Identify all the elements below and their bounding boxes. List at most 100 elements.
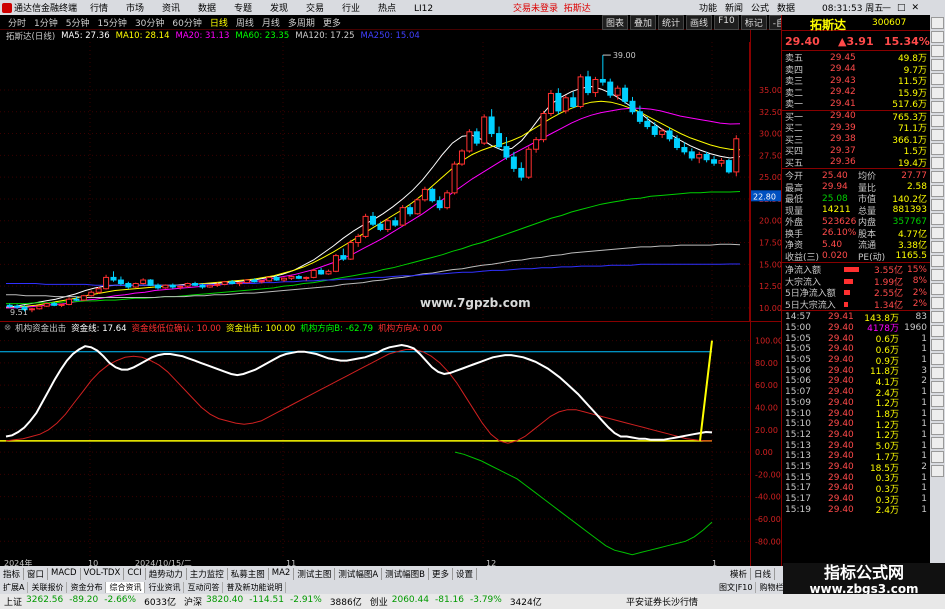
indicator-tab[interactable]: VOL-TDX — [81, 567, 125, 580]
side-tool-icon[interactable] — [931, 451, 944, 463]
indicator-tab[interactable]: 设置 — [453, 567, 478, 580]
indicator-tab-extra[interactable]: 模析 — [727, 567, 752, 580]
menu-item[interactable]: 市场 — [126, 1, 154, 14]
side-tool-icon[interactable] — [931, 255, 944, 267]
side-tool-icon[interactable] — [931, 353, 944, 365]
side-tool-icon[interactable] — [931, 185, 944, 197]
side-tool-icon[interactable] — [931, 59, 944, 71]
info-tab[interactable]: 行业资讯 — [145, 582, 185, 593]
info-tab-extra[interactable]: 图文|F10 — [716, 582, 757, 593]
menu-item[interactable]: 热点 — [378, 1, 406, 14]
side-tool-icon[interactable] — [931, 423, 944, 435]
side-tool-icon[interactable] — [931, 31, 944, 43]
period-tab[interactable]: 多周期 — [288, 16, 315, 29]
indicator-tab[interactable]: 主力监控 — [187, 567, 228, 580]
period-tab[interactable]: 更多 — [323, 16, 341, 29]
ask-price[interactable]: 29.45 — [830, 53, 856, 63]
side-tool-icon[interactable] — [931, 227, 944, 239]
side-tool-icon[interactable] — [931, 325, 944, 337]
indicator-tab[interactable]: 窗口 — [24, 567, 49, 580]
info-tab[interactable]: 普及新功能说明 — [223, 582, 287, 593]
side-tool-icon[interactable] — [931, 409, 944, 421]
menu-item[interactable]: 行业 — [342, 1, 370, 14]
ask-price[interactable]: 29.42 — [830, 87, 856, 97]
tool-button[interactable]: F10 — [714, 14, 739, 30]
indicator-tab[interactable]: CCI — [124, 567, 146, 580]
indicator-tab[interactable]: 更多 — [429, 567, 454, 580]
close-icon[interactable]: ✕ — [912, 3, 920, 13]
bid-price[interactable]: 29.37 — [830, 146, 856, 156]
side-tool-icon[interactable] — [931, 241, 944, 253]
period-tab[interactable]: 周线 — [236, 16, 254, 29]
side-tool-icon[interactable] — [931, 101, 944, 113]
side-tool-icon[interactable] — [931, 143, 944, 155]
side-tool-icon[interactable] — [931, 73, 944, 85]
tool-button[interactable]: 标记 — [740, 14, 767, 30]
indicator-tab[interactable]: 趋势动力 — [146, 567, 187, 580]
menu-item[interactable]: 数据 — [198, 1, 226, 14]
indicator-tab[interactable]: MACD — [48, 567, 81, 580]
side-tool-icon[interactable] — [931, 213, 944, 225]
info-tab[interactable]: 互动问答 — [184, 582, 224, 593]
menu-item[interactable]: 专题 — [234, 1, 262, 14]
period-tab[interactable]: 月线 — [262, 16, 280, 29]
indicator-tab[interactable]: 私募主图 — [228, 567, 269, 580]
side-tool-icon[interactable] — [931, 297, 944, 309]
login-status[interactable]: 交易未登录 拓斯达 — [513, 1, 591, 14]
period-tab[interactable]: 1分钟 — [34, 16, 58, 29]
tool-button[interactable]: 图表 — [602, 14, 629, 30]
title-right-item[interactable]: 功能 — [699, 1, 717, 14]
bid-price[interactable]: 29.38 — [830, 134, 856, 144]
indicator-chart[interactable] — [0, 335, 750, 558]
menu-item[interactable]: 行情 — [90, 1, 118, 14]
tool-button[interactable]: 叠加 — [630, 14, 657, 30]
period-tab[interactable]: 5分钟 — [66, 16, 90, 29]
title-right-item[interactable]: 公式 — [751, 1, 769, 14]
side-tool-icon[interactable] — [931, 199, 944, 211]
bid-price[interactable]: 29.36 — [830, 157, 856, 167]
side-tool-icon[interactable] — [931, 283, 944, 295]
side-tool-icon[interactable] — [931, 171, 944, 183]
login-label[interactable]: 交易未登录 — [513, 4, 558, 14]
indicator-tab[interactable]: 指标 — [0, 567, 25, 580]
maximize-icon[interactable]: □ — [897, 3, 906, 13]
info-tab[interactable]: 综合资讯 — [106, 582, 146, 593]
indicator-tab[interactable]: MA2 — [269, 567, 295, 580]
menu-item[interactable]: 交易 — [306, 1, 334, 14]
title-right-item[interactable]: 新闻 — [725, 1, 743, 14]
side-tool-icon[interactable] — [931, 129, 944, 141]
side-tool-icon[interactable] — [931, 17, 944, 29]
menu-item[interactable]: 资讯 — [162, 1, 190, 14]
side-tool-icon[interactable] — [931, 339, 944, 351]
index-name[interactable]: 上证 — [4, 595, 22, 608]
side-tool-icon[interactable] — [931, 465, 944, 477]
index-name[interactable]: 沪深 — [184, 595, 202, 608]
side-tool-icon[interactable] — [931, 115, 944, 127]
tool-button[interactable]: 统计 — [658, 14, 685, 30]
period-tab[interactable]: 15分钟 — [97, 16, 126, 29]
side-tool-icon[interactable] — [931, 157, 944, 169]
indicator-close-icon[interactable]: ⊗ — [4, 323, 11, 333]
minimize-icon[interactable]: — — [882, 3, 891, 13]
side-tool-icon[interactable] — [931, 45, 944, 57]
menu-item[interactable]: 发现 — [270, 1, 298, 14]
side-tool-icon[interactable] — [931, 381, 944, 393]
side-tool-icon[interactable] — [931, 269, 944, 281]
side-tool-icon[interactable] — [931, 367, 944, 379]
indicator-tab-extra[interactable]: 日线 — [751, 567, 776, 580]
info-tab[interactable]: 资金分布 — [67, 582, 107, 593]
side-tool-icon[interactable] — [931, 311, 944, 323]
tool-button[interactable]: 画线 — [686, 14, 713, 30]
period-tab[interactable]: 日线 — [210, 16, 228, 29]
bid-price[interactable]: 29.40 — [830, 111, 856, 121]
indicator-tab[interactable]: 测试幅图A — [335, 567, 383, 580]
indicator-tab[interactable]: 测试主图 — [294, 567, 336, 580]
candlestick-chart[interactable]: 39.00 9.51 www.7gpzb.com — [0, 42, 750, 321]
info-tab[interactable]: 关联报价 — [28, 582, 68, 593]
ask-price[interactable]: 29.41 — [830, 99, 856, 109]
period-tab[interactable]: 分时 — [8, 16, 26, 29]
ask-price[interactable]: 29.43 — [830, 76, 856, 86]
bid-price[interactable]: 29.39 — [830, 123, 856, 133]
menu-item[interactable]: LI12 — [414, 4, 442, 14]
ask-price[interactable]: 29.44 — [830, 64, 856, 74]
